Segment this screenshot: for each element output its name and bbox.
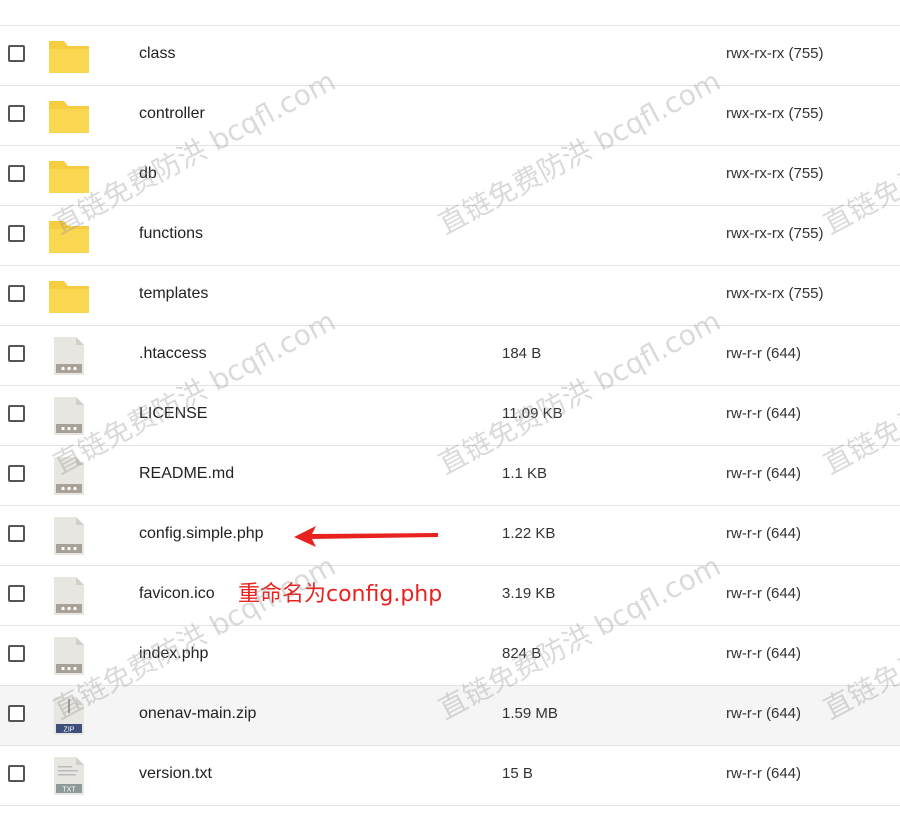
file-row[interactable]: config.simple.php 1.22 KB rw-r-r (644) [0,506,900,566]
row-checkbox[interactable] [8,705,25,722]
file-size: 15 B [502,765,533,782]
row-checkbox[interactable] [8,45,25,62]
row-checkbox[interactable] [8,525,25,542]
file-name[interactable]: index.php [139,645,208,663]
file-row[interactable]: README.md 1.1 KB rw-r-r (644) [0,446,900,506]
file-name[interactable]: controller [139,105,205,123]
row-checkbox[interactable] [8,765,25,782]
row-checkbox[interactable] [8,645,25,662]
rename-annotation: 重命名为config.php [238,582,443,607]
folder-icon [49,221,89,253]
row-checkbox[interactable] [8,345,25,362]
file-permissions[interactable]: rw-r-r (644) [726,705,801,722]
file-name[interactable]: onenav-main.zip [139,705,256,723]
row-checkbox[interactable] [8,105,25,122]
row-checkbox[interactable] [8,165,25,182]
file-permissions[interactable]: rw-r-r (644) [726,525,801,542]
file-icon [54,337,84,375]
file-permissions[interactable]: rwx-rx-rx (755) [726,105,824,122]
file-name[interactable]: functions [139,225,203,243]
file-permissions[interactable]: rwx-rx-rx (755) [726,285,824,302]
row-checkbox[interactable] [8,585,25,602]
file-icon [54,517,84,555]
row-checkbox[interactable] [8,465,25,482]
file-permissions[interactable]: rw-r-r (644) [726,765,801,782]
text-file-icon: TXT [54,757,84,795]
file-permissions[interactable]: rw-r-r (644) [726,465,801,482]
file-name[interactable]: db [139,165,157,183]
file-permissions[interactable]: rw-r-r (644) [726,405,801,422]
file-permissions[interactable]: rwx-rx-rx (755) [726,225,824,242]
file-size: 184 B [502,345,542,362]
file-size: 1.22 KB [502,525,556,542]
file-size: 824 B [502,645,542,662]
file-row[interactable]: index.php 824 B rw-r-r (644) [0,626,900,686]
folder-icon [49,281,89,313]
file-icon [54,397,84,435]
file-row[interactable]: TXT version.txt 15 B rw-r-r (644) [0,746,900,806]
file-name[interactable]: LICENSE [139,405,207,423]
file-permissions[interactable]: rw-r-r (644) [726,645,801,662]
txt-badge-label: TXT [62,787,76,794]
file-name[interactable]: config.simple.php [139,525,264,543]
file-permissions[interactable]: rwx-rx-rx (755) [726,165,824,182]
row-checkbox[interactable] [8,225,25,242]
file-icon [54,577,84,615]
file-row[interactable]: controller rwx-rx-rx (755) [0,86,900,146]
file-name[interactable]: .htaccess [139,345,207,363]
row-checkbox[interactable] [8,405,25,422]
file-row[interactable]: LICENSE 11.09 KB rw-r-r (644) [0,386,900,446]
file-permissions[interactable]: rw-r-r (644) [726,345,801,362]
file-name[interactable]: README.md [139,465,234,483]
file-row[interactable]: .htaccess 184 B rw-r-r (644) [0,326,900,386]
file-row[interactable]: class rwx-rx-rx (755) [0,26,900,86]
file-row-partial [0,0,900,26]
file-name[interactable]: templates [139,285,208,303]
zip-file-icon: ZIP [54,697,84,735]
file-row[interactable]: db rwx-rx-rx (755) [0,146,900,206]
file-name[interactable]: version.txt [139,765,212,783]
file-row[interactable]: functions rwx-rx-rx (755) [0,206,900,266]
file-row[interactable]: favicon.ico 3.19 KB rw-r-r (644) [0,566,900,626]
file-name[interactable]: class [139,45,175,63]
red-arrow-icon [294,526,438,547]
file-size: 1.1 KB [502,465,548,482]
zip-badge-label: ZIP [64,727,75,734]
file-icon [54,457,84,495]
file-permissions[interactable]: rw-r-r (644) [726,585,801,602]
file-size: 1.59 MB [502,705,558,722]
folder-icon [49,41,89,73]
folder-icon [49,161,89,193]
file-permissions[interactable]: rwx-rx-rx (755) [726,45,824,62]
file-row[interactable]: templates rwx-rx-rx (755) [0,266,900,326]
file-size: 3.19 KB [502,585,556,602]
file-name[interactable]: favicon.ico [139,585,215,603]
file-icon [54,637,84,675]
folder-icon [49,101,89,133]
file-size: 11.09 KB [502,405,563,422]
row-checkbox[interactable] [8,285,25,302]
file-row[interactable]: ZIP onenav-main.zip 1.59 MB rw-r-r (644) [0,686,900,746]
